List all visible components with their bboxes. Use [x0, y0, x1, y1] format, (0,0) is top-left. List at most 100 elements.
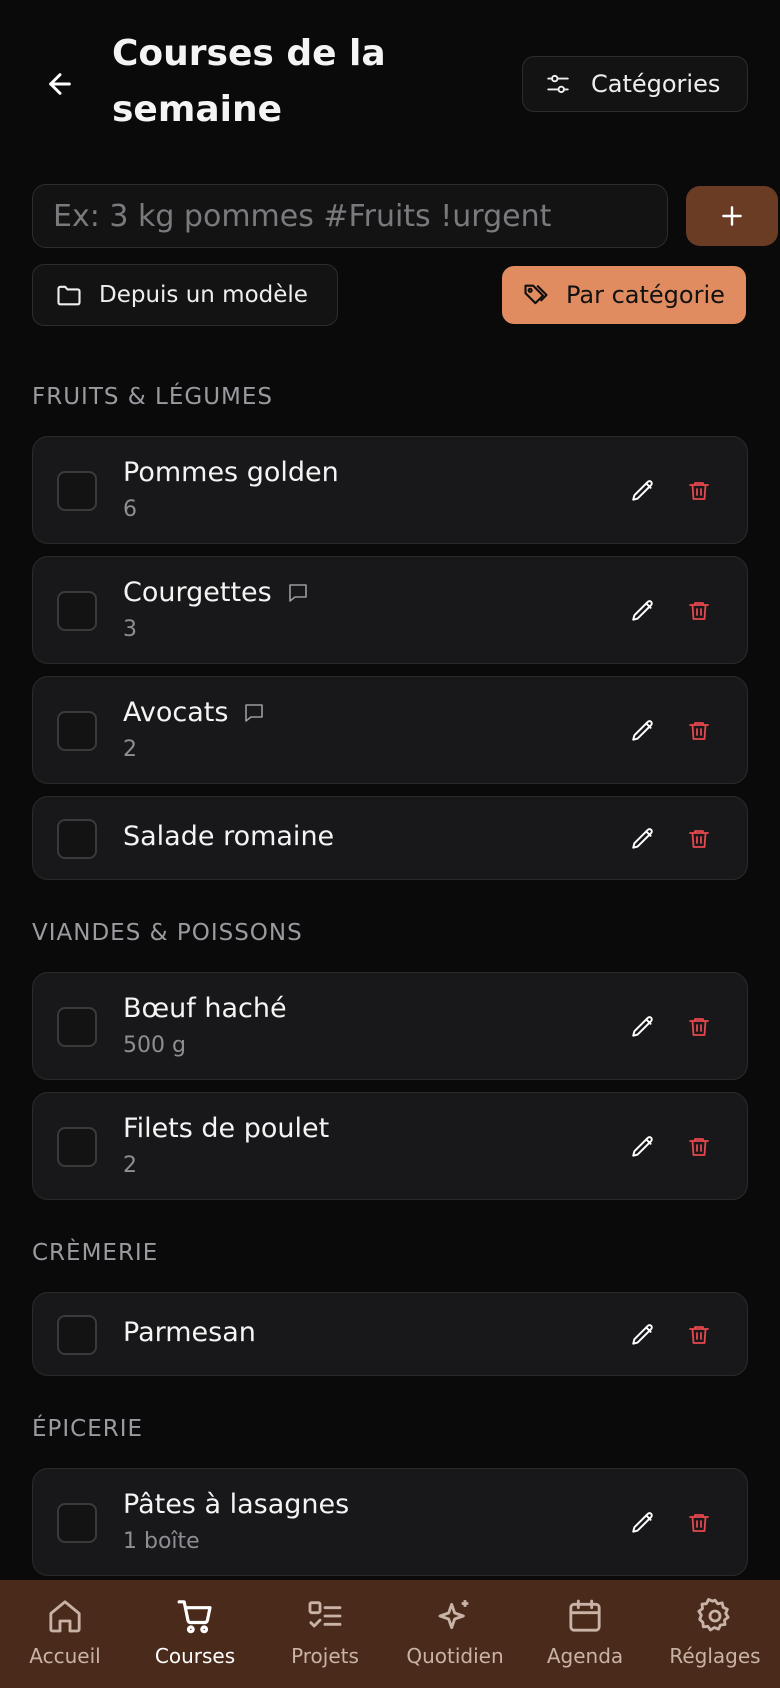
section-title-fruits-legumes: FRUITS & LÉGUMES [32, 384, 274, 410]
back-button[interactable] [40, 64, 80, 104]
list-item: Avocats 2 [32, 676, 748, 784]
add-item-button[interactable] [686, 186, 778, 246]
trash-icon [689, 1326, 709, 1344]
list-item: Pâtes à lasagnes 1 boîte [32, 1468, 748, 1576]
folder-icon [57, 285, 81, 306]
item-name: Pommes golden [123, 457, 339, 488]
trash-icon [689, 722, 709, 740]
section-title-cremerie: CRÈMERIE [32, 1240, 159, 1266]
item-checkbox[interactable] [57, 711, 97, 751]
delete-button[interactable] [679, 1127, 719, 1167]
nav-label: Agenda [546, 1644, 624, 1668]
edit-button[interactable] [623, 471, 663, 511]
add-item-input[interactable] [32, 184, 668, 248]
delete-button[interactable] [679, 591, 719, 631]
home-icon [49, 1600, 81, 1633]
nav-label: Courses [154, 1644, 236, 1668]
edit-button[interactable] [623, 819, 663, 859]
pencil-icon [632, 1512, 653, 1533]
item-quantity: 1 boîte [123, 1529, 200, 1554]
gear-icon [697, 1598, 730, 1632]
list-item: Bœuf haché 500 g [32, 972, 748, 1080]
list-item: Salade romaine [32, 796, 748, 880]
cart-icon [177, 1600, 212, 1634]
from-template-label: Depuis un modèle [99, 282, 308, 308]
delete-button[interactable] [679, 471, 719, 511]
categories-button[interactable]: Catégories [522, 56, 748, 112]
pencil-icon [632, 480, 653, 501]
nav-item-quotidien[interactable]: Quotidien [390, 1580, 520, 1688]
arrow-left-icon [49, 73, 71, 95]
nav-label: Réglages [669, 1644, 761, 1668]
list-item: Courgettes 3 [32, 556, 748, 664]
item-quantity: 500 g [123, 1033, 186, 1058]
trash-icon [689, 602, 709, 620]
pencil-icon [632, 1136, 653, 1157]
list-item: Parmesan [32, 1292, 748, 1376]
delete-button[interactable] [679, 1503, 719, 1543]
item-checkbox[interactable] [57, 1007, 97, 1047]
edit-button[interactable] [623, 1503, 663, 1543]
edit-button[interactable] [623, 1127, 663, 1167]
trash-icon [689, 1018, 709, 1036]
plus-icon [722, 206, 742, 226]
pencil-icon [632, 1324, 653, 1345]
item-name: Parmesan [123, 1317, 256, 1348]
item-checkbox[interactable] [57, 1503, 97, 1543]
nav-item-projets[interactable]: Projets [260, 1580, 390, 1688]
by-category-button[interactable]: Par catégorie [502, 266, 746, 324]
comment-icon [288, 583, 307, 602]
calendar-icon [569, 1599, 601, 1632]
trash-icon [689, 1514, 709, 1532]
item-name: Pâtes à lasagnes [123, 1489, 350, 1520]
list-item: Pommes golden 6 [32, 436, 748, 544]
delete-button[interactable] [679, 711, 719, 751]
delete-button[interactable] [679, 1007, 719, 1047]
item-name: Filets de poulet [123, 1113, 330, 1144]
item-name: Bœuf haché [123, 993, 287, 1024]
categories-button-label: Catégories [591, 70, 721, 98]
nav-item-accueil[interactable]: Accueil [0, 1580, 130, 1688]
delete-button[interactable] [679, 1315, 719, 1355]
edit-button[interactable] [623, 591, 663, 631]
header: Courses de la semaine Catégories [0, 0, 780, 170]
pencil-icon [632, 600, 653, 621]
sliders-icon [547, 74, 569, 94]
by-category-label: Par catégorie [566, 281, 725, 309]
sparkles-icon [438, 1600, 469, 1630]
add-item-row [32, 184, 778, 248]
edit-button[interactable] [623, 711, 663, 751]
item-checkbox[interactable] [57, 1315, 97, 1355]
nav-item-reglages[interactable]: Réglages [650, 1580, 780, 1688]
item-quantity: 2 [123, 737, 137, 762]
pencil-icon [632, 828, 653, 849]
page-title: Courses de la semaine [112, 33, 386, 130]
nav-label: Quotidien [406, 1644, 504, 1668]
item-quantity: 3 [123, 617, 137, 642]
item-checkbox[interactable] [57, 591, 97, 631]
nav-item-courses[interactable]: Courses [130, 1580, 260, 1688]
item-checkbox[interactable] [57, 819, 97, 859]
item-name: Salade romaine [123, 821, 335, 852]
pencil-icon [632, 720, 653, 741]
actions-row: Depuis un modèle Par catégorie [32, 264, 748, 326]
edit-button[interactable] [623, 1007, 663, 1047]
delete-button[interactable] [679, 819, 719, 859]
edit-button[interactable] [623, 1315, 663, 1355]
comment-icon [245, 703, 264, 722]
item-name: Avocats [123, 697, 266, 728]
bottom-nav: Accueil Courses Projets Quotidien Agenda… [0, 1580, 780, 1688]
section-title-epicerie: ÉPICERIE [32, 1416, 144, 1442]
section-title-viandes-poissons: VIANDES & POISSONS [32, 920, 303, 946]
tags-icon [524, 284, 548, 305]
trash-icon [689, 830, 709, 848]
from-template-button[interactable]: Depuis un modèle [32, 264, 338, 326]
item-checkbox[interactable] [57, 1127, 97, 1167]
item-checkbox[interactable] [57, 471, 97, 511]
item-name: Courgettes [123, 577, 310, 608]
nav-label: Accueil [29, 1644, 101, 1668]
nav-label: Projets [291, 1644, 359, 1668]
trash-icon [689, 482, 709, 500]
pencil-icon [632, 1016, 653, 1037]
nav-item-agenda[interactable]: Agenda [520, 1580, 650, 1688]
